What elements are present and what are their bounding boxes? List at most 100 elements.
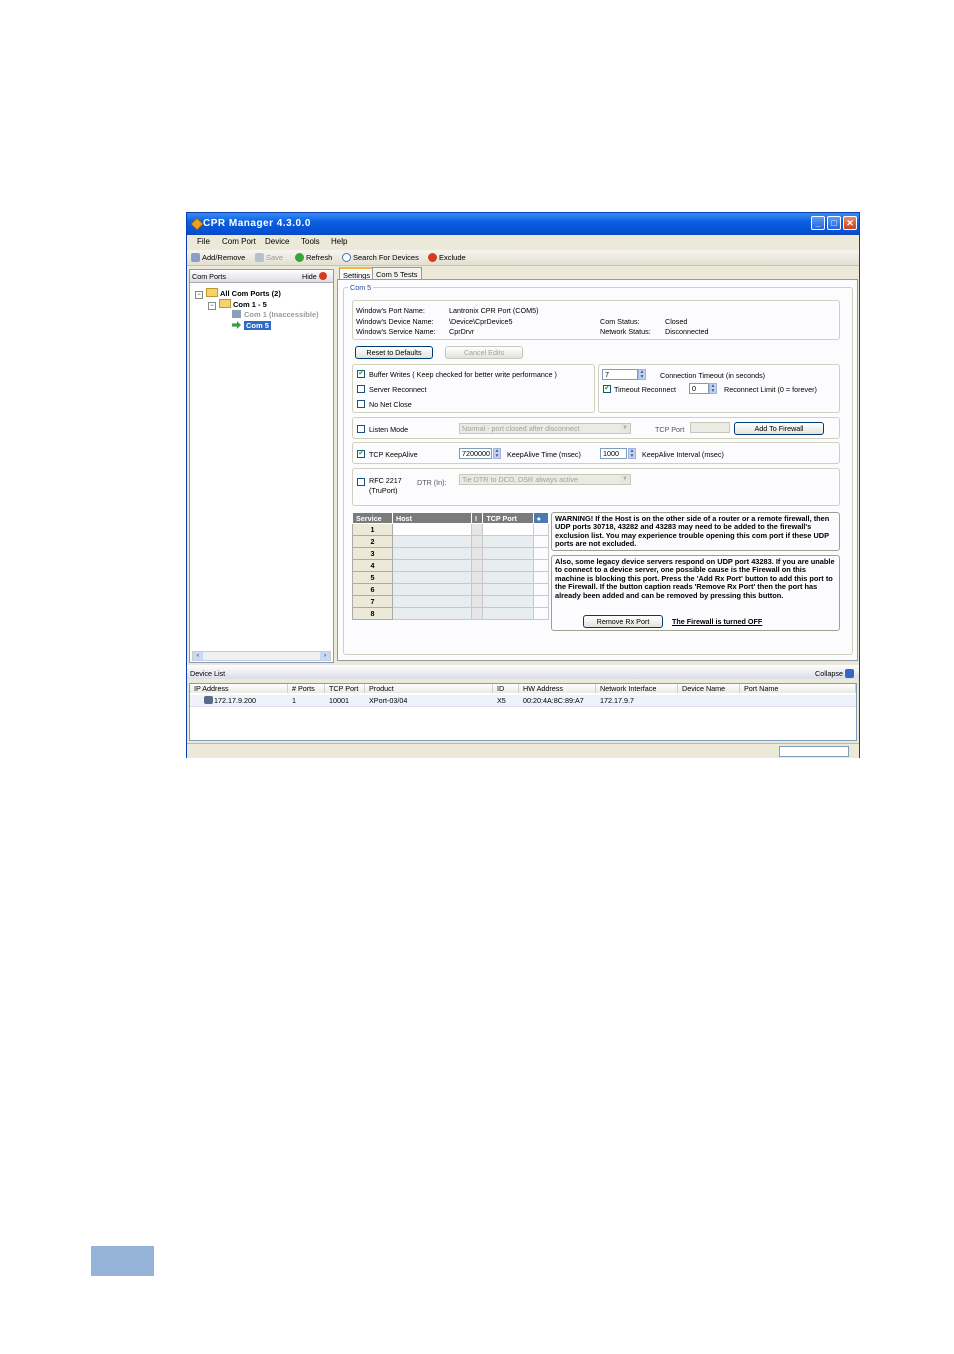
host-cell[interactable] [392,571,473,584]
tree-group[interactable]: − Com 1 - 5 [208,299,267,310]
app-icon [190,217,204,231]
column-ports[interactable]: # Ports [288,684,325,693]
reset-defaults-button[interactable]: Reset to Defaults [355,346,433,359]
column-network-interface[interactable]: Network Interface [596,684,678,693]
i-cell[interactable] [471,535,484,548]
com-ports-title: Com Ports [192,272,226,281]
host-cell[interactable] [392,583,473,596]
spinner-icon[interactable]: ▲ ▼ [709,383,717,394]
com-settings-group: Com 5 Window's Port Name: Lantronix CPR … [343,283,853,655]
service-host-grid[interactable]: Service Host I TCP Port ● 1 2 3 4 5 6 7 … [351,512,550,620]
server-reconnect-checkbox[interactable] [357,385,365,393]
column-product[interactable]: Product [365,684,493,693]
tcp-port-cell[interactable] [482,595,534,608]
save-button[interactable]: Save [255,253,283,262]
menu-help[interactable]: Help [331,237,347,246]
cancel-edits-button[interactable]: Cancel Edits [445,346,523,359]
listen-mode-checkbox[interactable] [357,425,365,433]
maximize-button[interactable]: □ [827,216,841,230]
spinner-icon[interactable]: ▲ ▼ [638,369,646,380]
host-cell[interactable] [392,607,473,620]
tree-item-com1[interactable]: Com 1 (Inaccessible) [232,310,319,319]
remove-rx-port-button[interactable]: Remove Rx Port [583,615,663,628]
table-row[interactable]: 6 [351,583,550,596]
table-row[interactable]: 4 [351,559,550,572]
hide-button[interactable]: Hide [302,272,327,281]
column-hw-address[interactable]: HW Address [519,684,596,693]
spinner-icon[interactable]: ▲ ▼ [493,448,501,459]
rfc2217-label: RFC 2217 [369,476,402,485]
table-row[interactable]: 8 [351,607,550,620]
host-cell[interactable] [392,535,473,548]
host-cell[interactable] [392,559,473,572]
i-cell[interactable] [471,595,484,608]
add-remove-button[interactable]: Add/Remove [191,253,245,262]
tcp-keepalive-checkbox[interactable] [357,448,365,458]
tcp-port-cell[interactable] [482,547,534,560]
collapse-icon[interactable]: − [195,291,203,299]
host-cell[interactable] [392,523,473,536]
buffer-writes-checkbox[interactable] [357,368,365,378]
collapse-button[interactable]: Collapse [815,669,854,678]
tcp-port-cell[interactable] [482,535,534,548]
i-cell[interactable] [471,607,484,620]
menu-com-port[interactable]: Com Port [222,237,256,246]
connection-timeout-input[interactable]: 7 [602,369,638,380]
tcp-port-cell[interactable] [482,607,534,620]
grid-header-service[interactable]: Service [351,512,394,524]
grid-header-host[interactable]: Host [392,512,473,524]
tcp-port-cell[interactable] [482,571,534,584]
collapse-icon [844,669,854,678]
menu-tools[interactable]: Tools [301,237,320,246]
spinner-icon[interactable]: ▲ ▼ [628,448,636,459]
minimize-button[interactable]: _ [811,216,825,230]
i-cell[interactable] [471,559,484,572]
tcp-port-cell[interactable] [482,583,534,596]
i-cell[interactable] [471,571,484,584]
host-cell[interactable] [392,547,473,560]
listen-mode-select[interactable]: Normal - port closed after disconnect ▼ [459,423,631,434]
close-button[interactable]: ✕ [843,216,857,230]
scroll-left-icon[interactable]: ‹ [193,652,203,660]
grid-header-tcp-port[interactable]: TCP Port [482,512,534,524]
column-port-name[interactable]: Port Name [740,684,856,693]
tree-item-com5[interactable]: Com 5 [232,321,271,330]
search-devices-button[interactable]: Search For Devices [342,253,419,262]
tcp-port-cell[interactable] [482,523,534,536]
tcp-port-cell[interactable] [482,559,534,572]
column-device-name[interactable]: Device Name [678,684,740,693]
horizontal-scrollbar[interactable]: ‹ › [192,651,331,661]
menu-file[interactable]: File [197,237,210,246]
exclude-button[interactable]: Exclude [428,253,466,262]
grid-header-i[interactable]: I [471,512,484,524]
table-row[interactable]: 3 [351,547,550,560]
device-server-icon [204,696,213,704]
table-row[interactable]: 1 [351,523,550,536]
table-row[interactable]: 7 [351,595,550,608]
host-cell[interactable] [392,595,473,608]
i-cell[interactable] [471,523,484,536]
keepalive-interval-input[interactable]: 1000 [600,448,627,459]
column-tcp-port[interactable]: TCP Port [325,684,365,693]
menu-device[interactable]: Device [265,237,289,246]
keepalive-time-input[interactable]: 7200000 [459,448,492,459]
column-id[interactable]: ID [493,684,519,693]
timeout-reconnect-checkbox[interactable] [603,383,611,393]
tree-root[interactable]: − All Com Ports (2) [195,288,281,299]
i-cell[interactable] [471,547,484,560]
tcp-port-input[interactable] [690,422,730,433]
collapse-icon[interactable]: − [208,302,216,310]
scroll-right-icon[interactable]: › [320,652,330,660]
title-bar[interactable]: CPR Manager 4.3.0.0 _ □ ✕ [187,213,859,235]
status-cell [532,607,550,620]
refresh-button[interactable]: Refresh [295,253,332,262]
no-net-close-checkbox[interactable] [357,400,365,408]
rfc2217-checkbox[interactable] [357,478,365,486]
reconnect-limit-input[interactable]: 0 [689,383,709,394]
table-row[interactable]: 5 [351,571,550,584]
dtr-select[interactable]: Tie DTR to DCD, DSR always active ▼ [459,474,631,485]
table-row[interactable]: 2 [351,535,550,548]
i-cell[interactable] [471,583,484,596]
column-ip-address[interactable]: IP Address [190,684,288,693]
add-to-firewall-button[interactable]: Add To Firewall [734,422,824,435]
